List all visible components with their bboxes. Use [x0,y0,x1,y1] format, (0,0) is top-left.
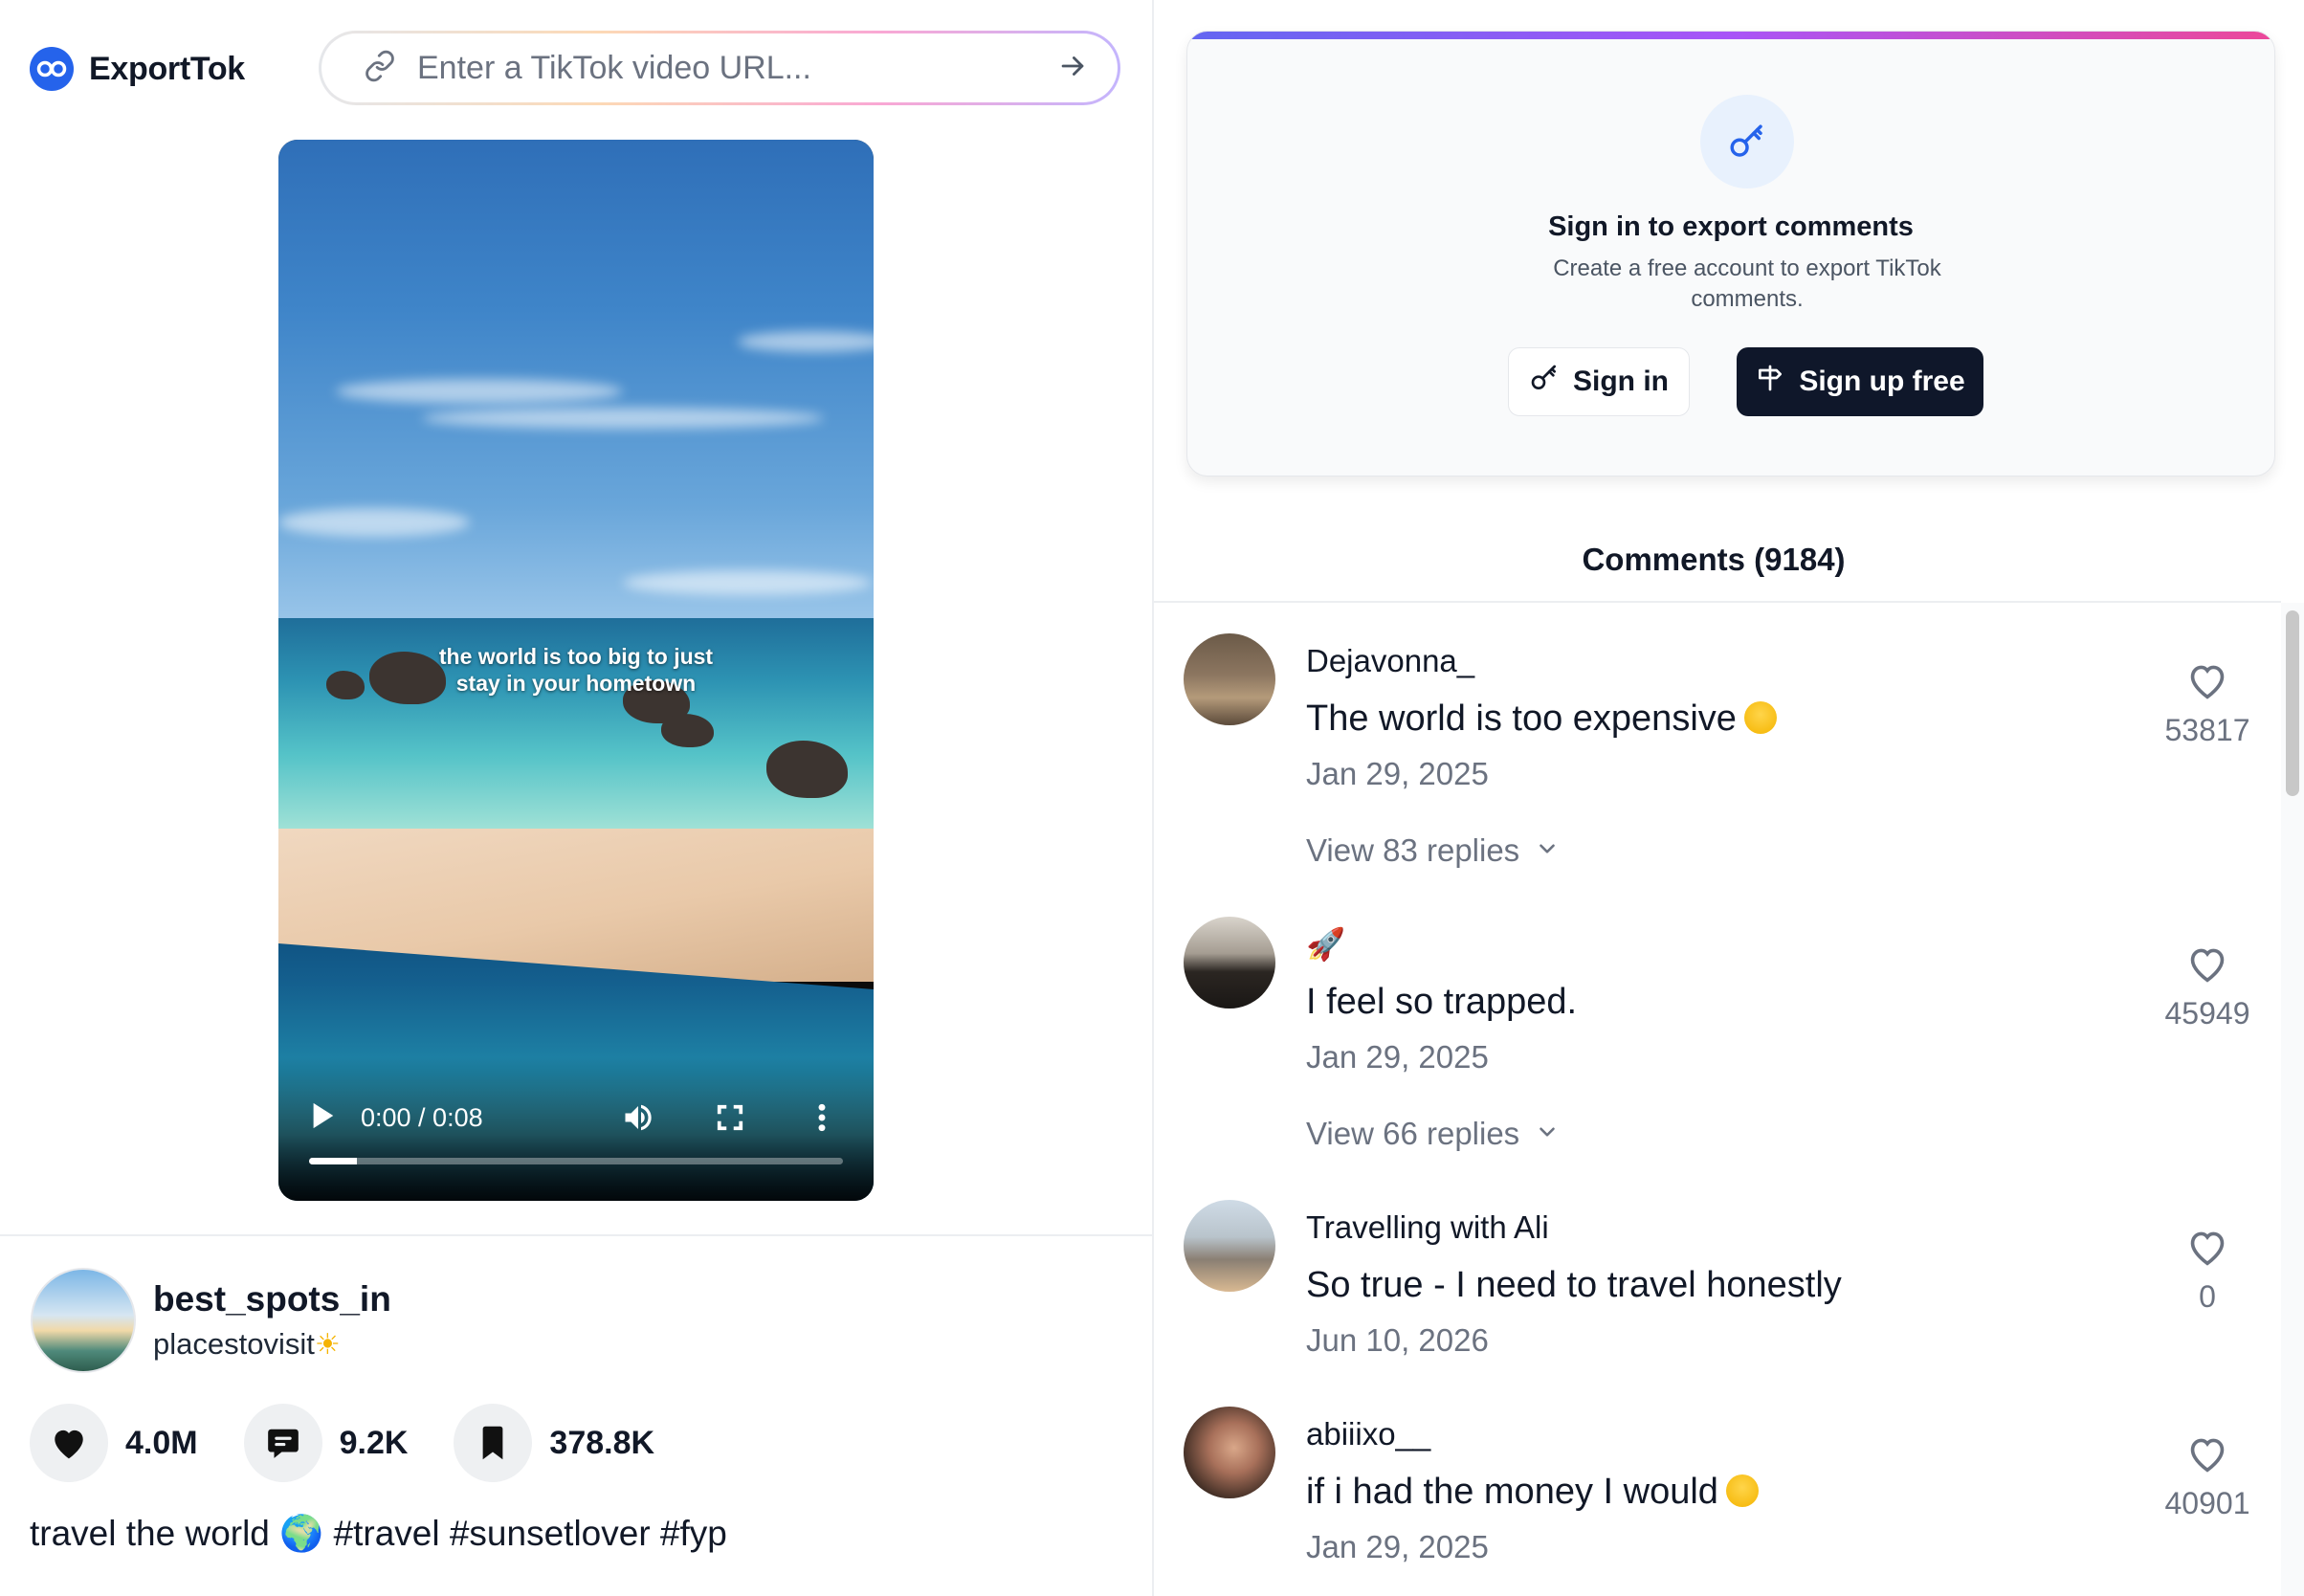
play-icon[interactable] [309,1101,336,1135]
chevron-down-icon [1535,832,1560,869]
key-icon [1700,95,1794,188]
sign-up-button[interactable]: Sign up free [1737,347,1983,416]
like-count: 45949 [2164,996,2250,1031]
sun-icon: ☀ [314,1329,341,1361]
crying-face-emoji-icon [1743,701,1777,734]
exporttok-logo-icon [30,47,74,91]
saves-stat: 378.8K [454,1404,654,1482]
author-username[interactable]: best_spots_in [153,1279,391,1319]
likes-count: 4.0M [125,1424,198,1461]
commenter-avatar[interactable] [1184,1200,1275,1292]
video-caption: travel the world 🌍 #travel #sunsetlover … [30,1514,727,1553]
commenter-avatar[interactable] [1184,633,1275,725]
url-search-bar [319,31,1120,105]
arrow-right-icon[interactable] [1056,50,1089,87]
video-stats: 4.0M 9.2K 378.8K [30,1404,700,1482]
comment-text: The world is too expensive [1306,698,1777,740]
video-time: 0:00 / 0:08 [361,1102,483,1132]
like-count: 40901 [2164,1486,2250,1520]
comments-scrollbar-thumb[interactable] [2286,610,2299,796]
like-count: 53817 [2164,713,2250,747]
video-progress-bar[interactable] [309,1158,843,1164]
commenter-avatar[interactable] [1184,1407,1275,1498]
comment-item: Travelling with Ali So true - I need to … [1184,1200,2255,1372]
sign-in-card: Sign in to export comments Create a free… [1186,31,2275,477]
comment-text: So true - I need to travel honestly [1306,1265,1842,1305]
brand[interactable]: ExportTok [30,47,245,91]
pleading-face-emoji-icon [1725,1474,1759,1507]
chevron-down-icon [1535,1116,1560,1152]
sign-up-label: Sign up free [1799,366,1965,397]
card-description: Create a free account to export TikTok c… [1553,255,1941,312]
volume-icon[interactable] [617,1097,659,1139]
comment-item: abiiixo__ if i had the money I would Jan… [1184,1407,2255,1579]
heart-outline-icon[interactable] [2186,1229,2228,1272]
comment-item: Dejavonna_ The world is too expensive Ja… [1184,633,2255,873]
comments-divider [1154,601,2281,603]
heart-outline-icon[interactable] [2186,945,2228,988]
like-count: 0 [2199,1279,2216,1314]
fullscreen-icon[interactable] [709,1097,751,1139]
comment-text: I feel so trapped. [1306,982,1578,1022]
view-replies-button[interactable]: View 83 replies [1306,832,1560,869]
app-root: ExportTok Enter a TikTok video URL... th… [0,0,2304,1596]
signpost-icon [1755,363,1785,401]
video-overlay-caption: the world is too big to just stay in you… [438,644,714,696]
comments-pane: Sign in to export comments Create a free… [1154,0,2304,1596]
comment-like[interactable]: 0 [2140,1229,2274,1315]
comment-text: if i had the money I would [1306,1472,1759,1513]
bookmark-icon [454,1404,533,1482]
commenter-name[interactable]: Travelling with Ali [1306,1209,1549,1246]
comments-header: Comments (9184) [1582,542,1846,577]
heart-outline-icon[interactable] [2186,1435,2228,1478]
comment-date: Jan 29, 2025 [1306,1529,1489,1564]
comment-icon [243,1404,322,1482]
comment-like[interactable]: 45949 [2140,945,2274,1031]
divider [0,1234,1152,1236]
comment-item: 🚀 I feel so trapped. Jan 29, 2025 View 6… [1184,917,2255,1156]
commenter-name[interactable]: 🚀 [1306,926,1345,964]
author-avatar[interactable] [31,1268,136,1373]
brand-name: ExportTok [89,50,245,87]
video-player[interactable]: the world is too big to just stay in you… [278,140,874,1201]
video-pane: ExportTok Enter a TikTok video URL... th… [0,0,1152,1596]
video-progress-fill [309,1158,358,1164]
link-icon [364,50,396,87]
commenter-name[interactable]: abiiixo__ [1306,1416,1430,1452]
comment-date: Jan 29, 2025 [1306,1039,1489,1075]
video-frame: the world is too big to just stay in you… [278,140,874,1201]
likes-stat: 4.0M [30,1404,198,1482]
comments-stat: 9.2K [243,1404,409,1482]
view-replies-button[interactable]: View 66 replies [1306,1116,1560,1152]
video-url-input[interactable] [417,49,1056,87]
view-replies-label: View 66 replies [1306,1116,1520,1151]
card-title: Sign in to export comments [1548,211,1914,242]
comments-count: 9.2K [339,1424,409,1461]
comment-date: Jun 10, 2026 [1306,1322,1489,1358]
more-options-icon[interactable] [801,1097,843,1139]
comment-like[interactable]: 53817 [2140,662,2274,748]
heart-outline-icon[interactable] [2186,662,2228,705]
comment-date: Jan 29, 2025 [1306,756,1489,791]
sign-in-label: Sign in [1573,366,1669,397]
commenter-name[interactable]: Dejavonna_ [1306,643,1474,679]
view-replies-label: View 83 replies [1306,832,1520,868]
comment-like[interactable]: 40901 [2140,1435,2274,1521]
saves-count: 378.8K [549,1424,655,1461]
gradient-accent-bar [1187,32,2274,39]
commenter-avatar[interactable] [1184,917,1275,1009]
heart-icon [30,1404,108,1482]
sign-in-button[interactable]: Sign in [1508,347,1690,416]
author-info: best_spots_in placestovisit☀ [31,1268,391,1373]
key-icon [1529,363,1560,401]
video-controls: 0:00 / 0:08 [309,1097,843,1139]
author-display-name: placestovisit☀ [153,1327,341,1361]
